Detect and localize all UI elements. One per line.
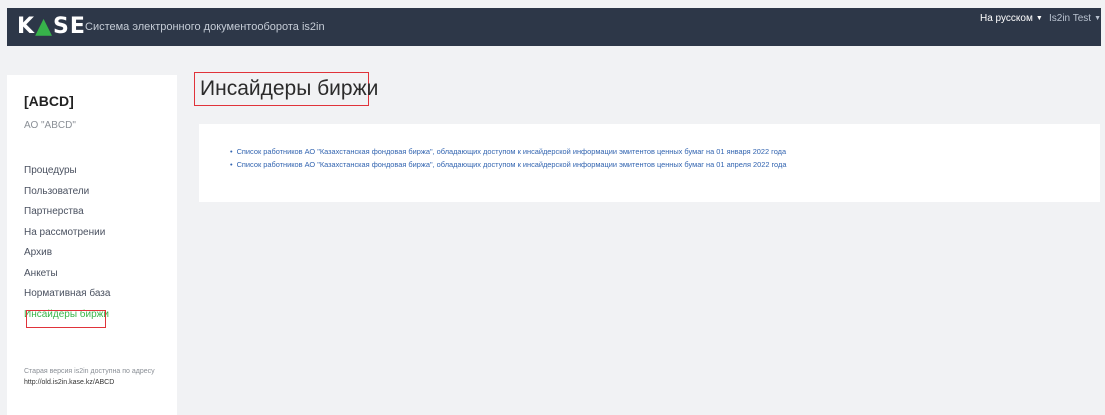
list-item: • Список работников АО "Казахстанская фон… — [230, 158, 786, 171]
list-item: • Список работников АО "Казахстанская фон… — [230, 145, 786, 158]
top-navbar: K▲SE Система электронного документооборо… — [7, 8, 1101, 46]
sidebar-item-procedures[interactable]: Процедуры — [24, 161, 110, 182]
logo-letters-se: SE — [52, 14, 86, 39]
document-list: • Список работников АО "Казахстанская фон… — [230, 145, 786, 171]
old-version-note: Старая версия is2in доступна по адресу h… — [24, 366, 155, 388]
document-link[interactable]: Список работников АО "Казахстанская фонд… — [237, 147, 787, 156]
user-dropdown[interactable]: Is2in Test ▼ — [1049, 13, 1101, 24]
org-code: [ABCD] — [24, 93, 74, 109]
chevron-down-icon: ▼ — [1094, 15, 1101, 22]
old-version-text: Старая версия is2in доступна по адресу — [24, 368, 155, 375]
bullet-icon: • — [230, 160, 233, 169]
sidebar-nav: Процедуры Пользователи Партнерства На ра… — [24, 161, 110, 325]
sidebar-item-questionnaires[interactable]: Анкеты — [24, 264, 110, 285]
kase-logo[interactable]: K▲SE — [17, 13, 86, 41]
active-item-highlight — [26, 310, 106, 328]
sidebar-item-users[interactable]: Пользователи — [24, 182, 110, 203]
system-title: Система электронного документооборота is… — [85, 21, 325, 33]
org-name: АО "ABCD" — [24, 120, 76, 131]
sidebar-item-partnerships[interactable]: Партнерства — [24, 202, 110, 223]
sidebar-item-regulatory-base[interactable]: Нормативная база — [24, 284, 110, 305]
page-title: Инсайдеры биржи — [200, 77, 379, 100]
user-name: Is2in Test — [1049, 13, 1092, 24]
sidebar-item-under-review[interactable]: На рассмотрении — [24, 223, 110, 244]
chevron-down-icon: ▼ — [1035, 15, 1043, 22]
language-dropdown[interactable]: На русском ▼ — [980, 13, 1043, 24]
logo-triangle-icon: ▲ — [35, 14, 53, 39]
old-version-link[interactable]: http://old.is2in.kase.kz/ABCD — [24, 377, 155, 388]
bullet-icon: • — [230, 147, 233, 156]
sidebar-item-archive[interactable]: Архив — [24, 243, 110, 264]
logo-letter-k: K — [17, 14, 36, 39]
language-label: На русском — [980, 13, 1033, 24]
document-link[interactable]: Список работников АО "Казахстанская фонд… — [237, 160, 787, 169]
